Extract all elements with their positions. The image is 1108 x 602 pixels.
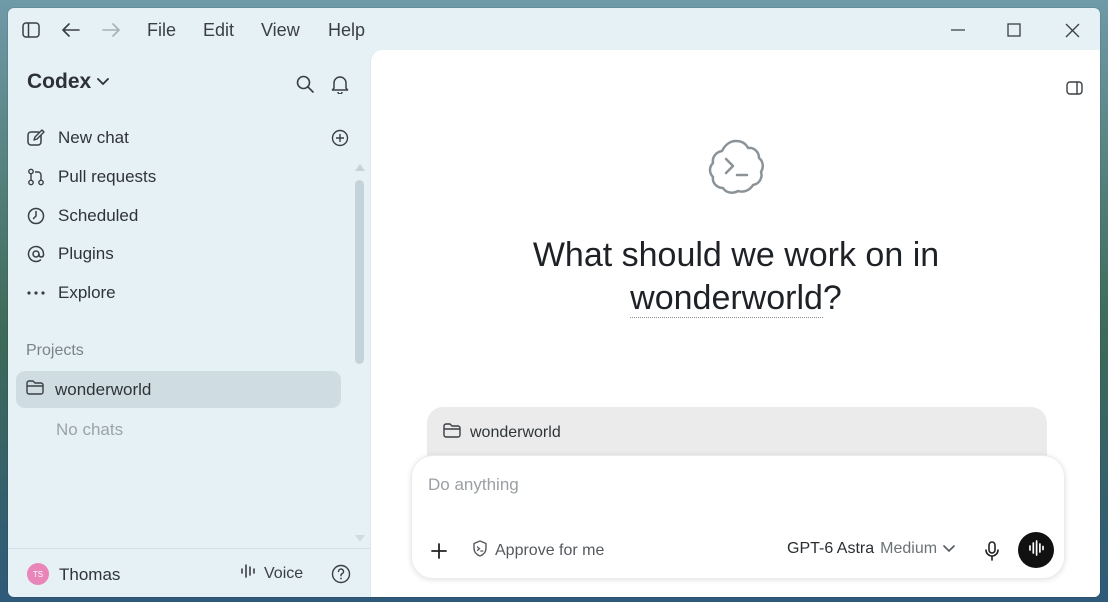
folder-icon (26, 379, 44, 400)
at-sign-icon (26, 244, 46, 264)
user-name[interactable]: Thomas (59, 565, 120, 585)
back-arrow-icon[interactable] (58, 18, 84, 42)
sidebar-item-project[interactable]: wonderworld (16, 371, 341, 408)
sidebar-item-label: New chat (58, 128, 129, 147)
scroll-down-icon[interactable] (354, 533, 366, 543)
add-attachment-icon[interactable] (428, 540, 450, 562)
model-selector[interactable]: GPT-6 Astra Medium (787, 540, 955, 558)
scroll-up-icon[interactable] (354, 162, 366, 172)
minimize-icon[interactable] (944, 18, 972, 42)
voice-mode-button[interactable] (1018, 532, 1054, 568)
sidebar-item-label: Pull requests (58, 167, 157, 186)
sidebar-scrollbar-thumb[interactable] (355, 180, 364, 364)
voice-button[interactable]: Voice (240, 563, 303, 584)
chevron-down-icon (943, 540, 955, 558)
microphone-icon[interactable] (980, 538, 1004, 564)
menu-file[interactable]: File (147, 20, 176, 41)
model-name: GPT-6 Astra (787, 540, 875, 557)
chevron-down-icon (97, 73, 110, 91)
waveform-icon (1028, 539, 1044, 561)
no-chats-label: No chats (56, 420, 124, 439)
search-icon[interactable] (293, 72, 317, 96)
approval-mode-label: Approve for me (495, 542, 605, 559)
workspace-switcher[interactable]: Codex (27, 70, 110, 94)
sidebar-item-plugins[interactable]: Plugins (26, 240, 114, 268)
projects-heading: Projects (26, 342, 84, 359)
context-project-name: wonderworld (470, 424, 561, 441)
avatar[interactable]: TS (27, 563, 49, 585)
app-window: File Edit View Help Codex New chat Pull … (8, 8, 1100, 597)
shield-terminal-icon (472, 540, 488, 562)
sidebar-item-label: Scheduled (58, 206, 139, 225)
title-text: What should we work on in (532, 236, 940, 274)
new-chat-icon (26, 128, 46, 148)
more-dots-icon (26, 283, 46, 303)
sidebar-item-scheduled[interactable]: Scheduled (26, 202, 138, 230)
project-name: wonderworld (55, 379, 152, 399)
voice-label: Voice (264, 564, 304, 582)
sidebar-toggle-icon[interactable] (18, 18, 44, 42)
title-bar: File Edit View Help (8, 8, 1100, 52)
page-title: What should we work on in wonderworld? (371, 234, 1100, 320)
sidebar-item-label: Plugins (58, 244, 114, 263)
waveform-icon (240, 563, 256, 584)
model-effort: Medium (880, 540, 938, 557)
pull-request-icon (26, 167, 46, 187)
close-icon[interactable] (1058, 18, 1086, 42)
prompt-input[interactable] (426, 474, 1030, 496)
composer: Approve for me GPT-6 Astra Medium (411, 455, 1065, 579)
sidebar-item-explore[interactable]: Explore (26, 279, 116, 307)
sidebar-item-label: Explore (58, 283, 116, 302)
sidebar-item-pull-requests[interactable]: Pull requests (26, 163, 156, 191)
menu-view[interactable]: View (261, 20, 300, 41)
bell-icon[interactable] (328, 72, 352, 96)
app-name: Codex (27, 70, 92, 93)
maximize-icon[interactable] (1000, 18, 1028, 42)
right-panel-toggle-icon[interactable] (1063, 78, 1085, 98)
main-panel: What should we work on in wonderworld? w… (370, 50, 1100, 597)
approval-mode-button[interactable]: Approve for me (472, 540, 604, 562)
sidebar-footer: TS Thomas Voice (8, 548, 370, 597)
title-suffix: ? (822, 279, 842, 317)
menu-help[interactable]: Help (328, 20, 365, 41)
codex-logo-icon (704, 135, 768, 199)
sidebar-item-new-chat[interactable]: New chat (26, 124, 129, 152)
forward-arrow-icon[interactable] (98, 18, 124, 42)
clock-icon (26, 206, 46, 226)
add-circle-icon[interactable] (328, 126, 352, 150)
menu-edit[interactable]: Edit (203, 20, 234, 41)
sidebar: Codex New chat Pull requests Scheduled P… (8, 52, 370, 597)
title-project-link[interactable]: wonderworld (630, 279, 823, 318)
folder-icon (443, 423, 461, 443)
help-icon[interactable] (330, 563, 352, 585)
